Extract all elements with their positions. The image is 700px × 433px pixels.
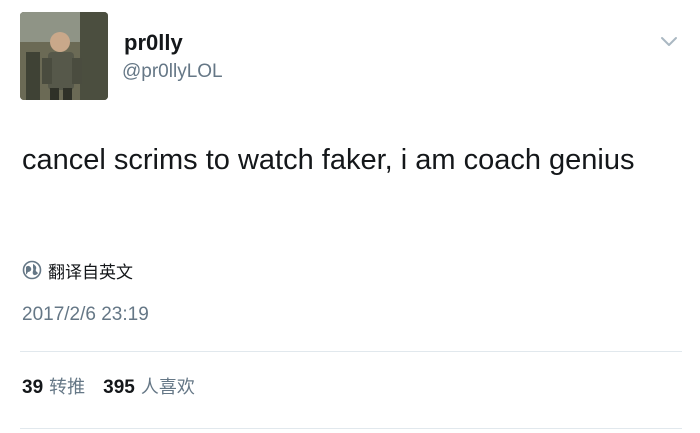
- avatar-image: [20, 12, 108, 100]
- divider: [20, 351, 682, 352]
- translate-label: 翻译自英文: [48, 262, 133, 283]
- retweet-count[interactable]: 39: [22, 376, 43, 400]
- translate-link[interactable]: 翻译自英文: [22, 258, 133, 283]
- retweet-label[interactable]: 转推: [49, 376, 85, 400]
- divider-bottom: [20, 428, 682, 429]
- like-label[interactable]: 人喜欢: [141, 376, 195, 400]
- chevron-down-icon[interactable]: [658, 32, 680, 50]
- user-handle[interactable]: @pr0llyLOL: [122, 60, 223, 84]
- tweet-card: pr0lly @pr0llyLOL cancel scrims to watch…: [0, 0, 700, 433]
- tweet-text: cancel scrims to watch faker, i am coach…: [22, 144, 635, 176]
- avatar[interactable]: [20, 12, 108, 100]
- display-name[interactable]: pr0lly: [124, 30, 183, 56]
- globe-icon: [22, 260, 42, 280]
- engagement-stats: 39 转推 395 人喜欢: [22, 376, 195, 400]
- tweet-timestamp: 2017/2/6 23:19: [22, 304, 149, 325]
- like-count[interactable]: 395: [103, 376, 135, 400]
